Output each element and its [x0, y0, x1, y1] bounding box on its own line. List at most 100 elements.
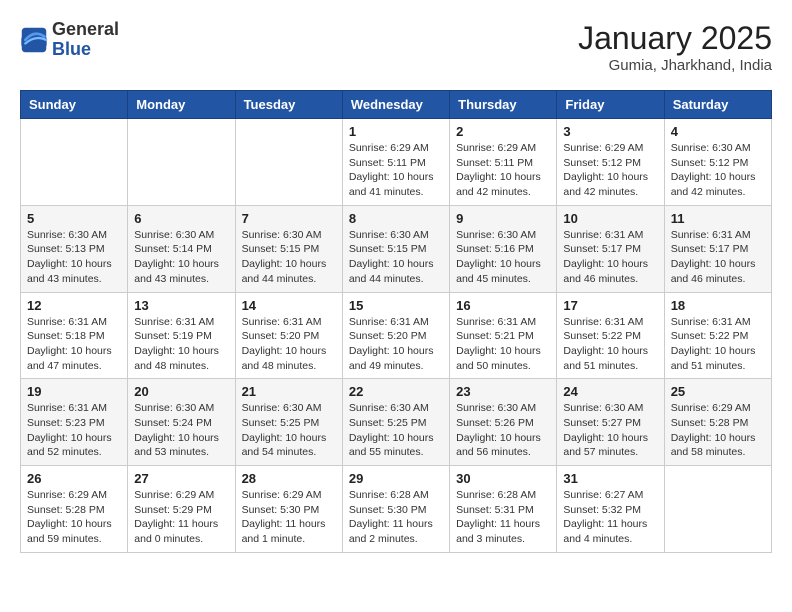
- day-info: Sunrise: 6:29 AM Sunset: 5:29 PM Dayligh…: [134, 488, 228, 547]
- day-info: Sunrise: 6:30 AM Sunset: 5:16 PM Dayligh…: [456, 228, 550, 287]
- day-info: Sunrise: 6:30 AM Sunset: 5:26 PM Dayligh…: [456, 401, 550, 460]
- calendar-cell: 26 Sunrise: 6:29 AM Sunset: 5:28 PM Dayli…: [21, 466, 128, 553]
- day-number: 9: [456, 211, 550, 226]
- day-number: 18: [671, 298, 765, 313]
- calendar-cell: 27 Sunrise: 6:29 AM Sunset: 5:29 PM Dayli…: [128, 466, 235, 553]
- calendar-week-4: 19 Sunrise: 6:31 AM Sunset: 5:23 PM Dayli…: [21, 379, 772, 466]
- calendar-cell: 16Sunrise: 6:31 AM Sunset: 5:21 PM Dayli…: [450, 292, 557, 379]
- day-info: Sunrise: 6:29 AM Sunset: 5:11 PM Dayligh…: [456, 141, 550, 200]
- weekday-header-saturday: Saturday: [664, 91, 771, 119]
- calendar-cell: 7 Sunrise: 6:30 AM Sunset: 5:15 PM Daylig…: [235, 205, 342, 292]
- weekday-header-monday: Monday: [128, 91, 235, 119]
- day-number: 7: [242, 211, 336, 226]
- day-number: 15: [349, 298, 443, 313]
- day-info: Sunrise: 6:31 AM Sunset: 5:20 PM Dayligh…: [242, 315, 336, 374]
- day-number: 16: [456, 298, 550, 313]
- calendar-cell: [235, 119, 342, 206]
- day-info: Sunrise: 6:30 AM Sunset: 5:12 PM Dayligh…: [671, 141, 765, 200]
- calendar-cell: 31Sunrise: 6:27 AM Sunset: 5:32 PM Dayli…: [557, 466, 664, 553]
- day-number: 10: [563, 211, 657, 226]
- calendar-cell: 25 Sunrise: 6:29 AM Sunset: 5:28 PM Dayli…: [664, 379, 771, 466]
- day-number: 24: [563, 384, 657, 399]
- day-number: 28: [242, 471, 336, 486]
- day-number: 26: [27, 471, 121, 486]
- calendar-week-3: 12Sunrise: 6:31 AM Sunset: 5:18 PM Dayli…: [21, 292, 772, 379]
- day-info: Sunrise: 6:30 AM Sunset: 5:15 PM Dayligh…: [242, 228, 336, 287]
- logo: General Blue: [20, 20, 119, 60]
- day-info: Sunrise: 6:31 AM Sunset: 5:18 PM Dayligh…: [27, 315, 121, 374]
- weekday-header-row: SundayMondayTuesdayWednesdayThursdayFrid…: [21, 91, 772, 119]
- day-info: Sunrise: 6:31 AM Sunset: 5:22 PM Dayligh…: [671, 315, 765, 374]
- calendar-cell: 19 Sunrise: 6:31 AM Sunset: 5:23 PM Dayli…: [21, 379, 128, 466]
- calendar-cell: 20 Sunrise: 6:30 AM Sunset: 5:24 PM Dayli…: [128, 379, 235, 466]
- calendar-cell: 17 Sunrise: 6:31 AM Sunset: 5:22 PM Dayli…: [557, 292, 664, 379]
- day-info: Sunrise: 6:29 AM Sunset: 5:28 PM Dayligh…: [27, 488, 121, 547]
- calendar-cell: 15Sunrise: 6:31 AM Sunset: 5:20 PM Dayli…: [342, 292, 449, 379]
- logo-text: General Blue: [52, 20, 119, 60]
- calendar-cell: 12Sunrise: 6:31 AM Sunset: 5:18 PM Dayli…: [21, 292, 128, 379]
- day-info: Sunrise: 6:30 AM Sunset: 5:14 PM Dayligh…: [134, 228, 228, 287]
- calendar-cell: 3 Sunrise: 6:29 AM Sunset: 5:12 PM Daylig…: [557, 119, 664, 206]
- weekday-header-tuesday: Tuesday: [235, 91, 342, 119]
- weekday-header-friday: Friday: [557, 91, 664, 119]
- day-number: 14: [242, 298, 336, 313]
- calendar-cell: 8 Sunrise: 6:30 AM Sunset: 5:15 PM Daylig…: [342, 205, 449, 292]
- day-info: Sunrise: 6:27 AM Sunset: 5:32 PM Dayligh…: [563, 488, 657, 547]
- day-number: 4: [671, 124, 765, 139]
- day-number: 23: [456, 384, 550, 399]
- calendar-cell: 1Sunrise: 6:29 AM Sunset: 5:11 PM Daylig…: [342, 119, 449, 206]
- page-header: General Blue January 2025 Gumia, Jharkha…: [20, 20, 772, 74]
- day-number: 19: [27, 384, 121, 399]
- calendar-cell: [128, 119, 235, 206]
- day-number: 22: [349, 384, 443, 399]
- calendar-title: January 2025: [578, 20, 772, 57]
- calendar-table: SundayMondayTuesdayWednesdayThursdayFrid…: [20, 90, 772, 553]
- day-info: Sunrise: 6:28 AM Sunset: 5:31 PM Dayligh…: [456, 488, 550, 547]
- day-info: Sunrise: 6:30 AM Sunset: 5:15 PM Dayligh…: [349, 228, 443, 287]
- day-number: 27: [134, 471, 228, 486]
- day-number: 5: [27, 211, 121, 226]
- day-info: Sunrise: 6:28 AM Sunset: 5:30 PM Dayligh…: [349, 488, 443, 547]
- calendar-cell: 24 Sunrise: 6:30 AM Sunset: 5:27 PM Dayli…: [557, 379, 664, 466]
- calendar-cell: 10 Sunrise: 6:31 AM Sunset: 5:17 PM Dayli…: [557, 205, 664, 292]
- day-number: 30: [456, 471, 550, 486]
- day-number: 8: [349, 211, 443, 226]
- day-info: Sunrise: 6:29 AM Sunset: 5:30 PM Dayligh…: [242, 488, 336, 547]
- calendar-cell: 14 Sunrise: 6:31 AM Sunset: 5:20 PM Dayli…: [235, 292, 342, 379]
- day-info: Sunrise: 6:30 AM Sunset: 5:25 PM Dayligh…: [242, 401, 336, 460]
- calendar-week-2: 5Sunrise: 6:30 AM Sunset: 5:13 PM Daylig…: [21, 205, 772, 292]
- weekday-header-wednesday: Wednesday: [342, 91, 449, 119]
- day-number: 13: [134, 298, 228, 313]
- calendar-cell: 2 Sunrise: 6:29 AM Sunset: 5:11 PM Daylig…: [450, 119, 557, 206]
- calendar-cell: [21, 119, 128, 206]
- day-number: 11: [671, 211, 765, 226]
- calendar-cell: 4 Sunrise: 6:30 AM Sunset: 5:12 PM Daylig…: [664, 119, 771, 206]
- day-number: 29: [349, 471, 443, 486]
- day-number: 20: [134, 384, 228, 399]
- day-number: 21: [242, 384, 336, 399]
- day-info: Sunrise: 6:30 AM Sunset: 5:25 PM Dayligh…: [349, 401, 443, 460]
- day-info: Sunrise: 6:31 AM Sunset: 5:17 PM Dayligh…: [671, 228, 765, 287]
- calendar-cell: 11 Sunrise: 6:31 AM Sunset: 5:17 PM Dayli…: [664, 205, 771, 292]
- weekday-header-thursday: Thursday: [450, 91, 557, 119]
- calendar-cell: 9 Sunrise: 6:30 AM Sunset: 5:16 PM Daylig…: [450, 205, 557, 292]
- calendar-cell: 6Sunrise: 6:30 AM Sunset: 5:14 PM Daylig…: [128, 205, 235, 292]
- day-info: Sunrise: 6:29 AM Sunset: 5:28 PM Dayligh…: [671, 401, 765, 460]
- day-info: Sunrise: 6:29 AM Sunset: 5:12 PM Dayligh…: [563, 141, 657, 200]
- day-info: Sunrise: 6:31 AM Sunset: 5:23 PM Dayligh…: [27, 401, 121, 460]
- day-info: Sunrise: 6:31 AM Sunset: 5:22 PM Dayligh…: [563, 315, 657, 374]
- day-number: 25: [671, 384, 765, 399]
- day-number: 2: [456, 124, 550, 139]
- day-number: 17: [563, 298, 657, 313]
- day-info: Sunrise: 6:30 AM Sunset: 5:24 PM Dayligh…: [134, 401, 228, 460]
- calendar-cell: 23 Sunrise: 6:30 AM Sunset: 5:26 PM Dayli…: [450, 379, 557, 466]
- day-number: 1: [349, 124, 443, 139]
- day-number: 3: [563, 124, 657, 139]
- day-info: Sunrise: 6:31 AM Sunset: 5:17 PM Dayligh…: [563, 228, 657, 287]
- calendar-cell: 18 Sunrise: 6:31 AM Sunset: 5:22 PM Dayli…: [664, 292, 771, 379]
- calendar-cell: 22 Sunrise: 6:30 AM Sunset: 5:25 PM Dayli…: [342, 379, 449, 466]
- logo-icon: [20, 26, 48, 54]
- calendar-cell: 28 Sunrise: 6:29 AM Sunset: 5:30 PM Dayli…: [235, 466, 342, 553]
- day-info: Sunrise: 6:30 AM Sunset: 5:27 PM Dayligh…: [563, 401, 657, 460]
- calendar-cell: 30 Sunrise: 6:28 AM Sunset: 5:31 PM Dayli…: [450, 466, 557, 553]
